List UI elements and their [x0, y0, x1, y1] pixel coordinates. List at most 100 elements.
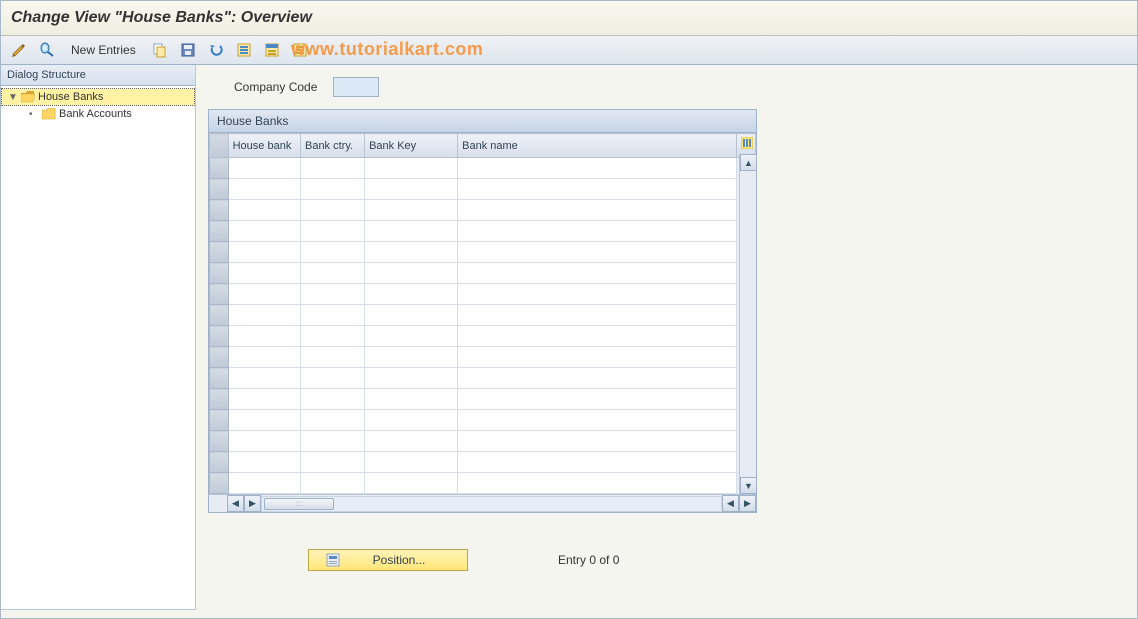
table-row[interactable]	[210, 368, 756, 389]
find-icon[interactable]	[35, 40, 59, 60]
row-selector[interactable]	[210, 473, 229, 494]
column-header-bank-ctry[interactable]: Bank ctry.	[300, 134, 364, 158]
table-cell[interactable]	[300, 410, 364, 431]
row-selector[interactable]	[210, 179, 229, 200]
table-row[interactable]	[210, 326, 756, 347]
table-cell[interactable]	[365, 242, 458, 263]
table-row[interactable]	[210, 431, 756, 452]
scroll-left-step-icon[interactable]: ◀	[722, 495, 739, 512]
scroll-right-icon[interactable]: ▶	[739, 495, 756, 512]
table-cell[interactable]	[228, 347, 300, 368]
table-cell[interactable]	[458, 347, 737, 368]
table-cell[interactable]	[300, 200, 364, 221]
table-cell[interactable]	[365, 200, 458, 221]
horizontal-scrollbar[interactable]: ◀ ▶ ::: ◀ ▶	[209, 494, 756, 512]
save-icon[interactable]	[176, 40, 200, 60]
table-cell[interactable]	[228, 410, 300, 431]
table-cell[interactable]	[458, 431, 737, 452]
table-cell[interactable]	[228, 263, 300, 284]
row-selector[interactable]	[210, 284, 229, 305]
table-cell[interactable]	[300, 452, 364, 473]
table-cell[interactable]	[458, 284, 737, 305]
table-row[interactable]	[210, 200, 756, 221]
table-cell[interactable]	[458, 200, 737, 221]
deselect-all-icon[interactable]	[288, 40, 312, 60]
table-cell[interactable]	[365, 473, 458, 494]
table-cell[interactable]	[228, 452, 300, 473]
table-cell[interactable]	[365, 305, 458, 326]
table-cell[interactable]	[365, 158, 458, 179]
table-cell[interactable]	[300, 263, 364, 284]
table-cell[interactable]	[458, 221, 737, 242]
table-cell[interactable]	[365, 347, 458, 368]
scroll-right-step-icon[interactable]: ▶	[244, 495, 261, 512]
table-cell[interactable]	[365, 326, 458, 347]
company-code-input[interactable]	[333, 77, 379, 97]
table-cell[interactable]	[228, 242, 300, 263]
table-row[interactable]	[210, 158, 756, 179]
table-row[interactable]	[210, 389, 756, 410]
table-cell[interactable]	[228, 284, 300, 305]
column-header-bank-name[interactable]: Bank name	[458, 134, 737, 158]
tree-item-bank-accounts[interactable]: • Bank Accounts	[1, 106, 195, 122]
table-cell[interactable]	[228, 326, 300, 347]
table-cell[interactable]	[458, 158, 737, 179]
toggle-display-change-icon[interactable]	[7, 40, 31, 60]
table-cell[interactable]	[458, 263, 737, 284]
row-selector[interactable]	[210, 305, 229, 326]
row-selector[interactable]	[210, 326, 229, 347]
table-cell[interactable]	[365, 452, 458, 473]
hscroll-thumb[interactable]: :::	[264, 498, 334, 510]
row-selector[interactable]	[210, 263, 229, 284]
table-cell[interactable]	[228, 179, 300, 200]
table-row[interactable]	[210, 305, 756, 326]
table-cell[interactable]	[458, 242, 737, 263]
row-selector[interactable]	[210, 389, 229, 410]
table-cell[interactable]	[300, 368, 364, 389]
table-cell[interactable]	[365, 389, 458, 410]
table-cell[interactable]	[458, 410, 737, 431]
column-header-house-bank[interactable]: House bank	[228, 134, 300, 158]
row-selector[interactable]	[210, 221, 229, 242]
row-selector[interactable]	[210, 158, 229, 179]
table-cell[interactable]	[300, 326, 364, 347]
chevron-down-icon[interactable]: ▼	[8, 92, 18, 103]
table-cell[interactable]	[458, 305, 737, 326]
row-selector[interactable]	[210, 410, 229, 431]
table-cell[interactable]	[300, 179, 364, 200]
table-cell[interactable]	[458, 473, 737, 494]
table-cell[interactable]	[365, 263, 458, 284]
tree-item-house-banks[interactable]: ▼ House Banks	[1, 88, 195, 106]
undo-change-icon[interactable]	[204, 40, 228, 60]
table-cell[interactable]	[365, 431, 458, 452]
row-selector-header[interactable]	[210, 134, 229, 158]
vertical-scrollbar[interactable]: ▲ ▼	[739, 154, 756, 494]
table-row[interactable]	[210, 263, 756, 284]
row-selector[interactable]	[210, 368, 229, 389]
scroll-down-icon[interactable]: ▼	[740, 477, 757, 494]
table-settings-icon[interactable]	[741, 137, 755, 151]
scroll-left-icon[interactable]: ◀	[227, 495, 244, 512]
position-button[interactable]: Position...	[308, 549, 468, 571]
scroll-up-icon[interactable]: ▲	[740, 154, 757, 171]
table-cell[interactable]	[228, 305, 300, 326]
select-all-icon[interactable]	[232, 40, 256, 60]
table-row[interactable]	[210, 473, 756, 494]
table-cell[interactable]	[300, 347, 364, 368]
row-selector[interactable]	[210, 452, 229, 473]
table-cell[interactable]	[300, 389, 364, 410]
table-cell[interactable]	[228, 200, 300, 221]
new-entries-button[interactable]: New Entries	[63, 40, 144, 60]
table-cell[interactable]	[228, 221, 300, 242]
table-cell[interactable]	[300, 305, 364, 326]
table-cell[interactable]	[300, 284, 364, 305]
table-cell[interactable]	[228, 431, 300, 452]
table-row[interactable]	[210, 284, 756, 305]
table-cell[interactable]	[228, 473, 300, 494]
table-row[interactable]	[210, 221, 756, 242]
table-cell[interactable]	[458, 179, 737, 200]
copy-as-icon[interactable]	[148, 40, 172, 60]
table-cell[interactable]	[365, 221, 458, 242]
hscroll-track[interactable]: :::	[261, 496, 722, 512]
table-cell[interactable]	[300, 431, 364, 452]
